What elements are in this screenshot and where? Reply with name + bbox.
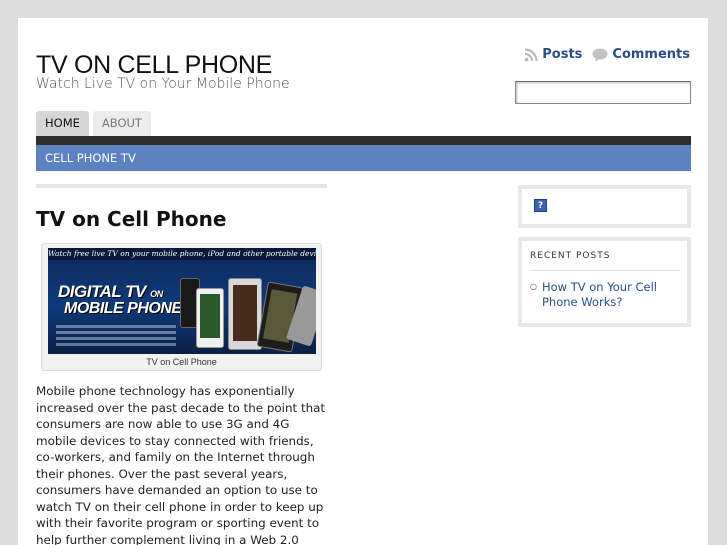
category-link-cell-phone-tv[interactable]: CELL PHONE TV: [36, 145, 691, 171]
widget-divider: [530, 270, 680, 271]
feed-links: Posts Comments: [524, 47, 690, 62]
speech-bubble-icon: [592, 48, 608, 61]
recent-post-label: How TV on Your Cell Phone Works?: [541, 280, 657, 309]
posts-feed-label: Posts: [542, 47, 583, 62]
post-image-figure: Watch free live TV on your mobile phone,…: [41, 243, 322, 371]
search-input[interactable]: [515, 81, 691, 104]
rss-icon: [524, 48, 538, 61]
sidebar-widget-help: ?: [518, 185, 691, 228]
post-title[interactable]: TV on Cell Phone: [36, 207, 226, 231]
help-question-icon[interactable]: ?: [534, 199, 547, 212]
page-container: TV ON CELL PHONE Watch Live TV on Your M…: [18, 18, 708, 545]
banner-bullet-lines: [56, 322, 176, 349]
banner-top-text: Watch free live TV on your mobile phone,…: [48, 248, 316, 260]
content-divider: [36, 184, 327, 188]
banner-headline-1-text: DIGITAL TV: [58, 282, 146, 301]
device-phone-graphic: [196, 288, 224, 348]
banner-headline-2: MOBILE PHONE: [64, 300, 182, 317]
main-nav-tabs: HOME ABOUT: [36, 111, 151, 136]
post-image[interactable]: Watch free live TV on your mobile phone,…: [48, 248, 316, 354]
post-body-text: Mobile phone technology has exponentiall…: [36, 384, 326, 545]
tab-about[interactable]: ABOUT: [92, 111, 151, 136]
comments-feed-link[interactable]: Comments: [592, 47, 690, 62]
nav-divider-bar: [36, 136, 691, 145]
recent-post-link[interactable]: ○ How TV on Your Cell Phone Works?: [530, 280, 687, 309]
banner-headline-1: DIGITAL TV ON: [58, 282, 163, 302]
category-nav-bar: CELL PHONE TV: [36, 145, 691, 171]
recent-posts-title: RECENT POSTS: [530, 251, 611, 261]
tab-home[interactable]: HOME: [36, 111, 89, 136]
bullet-circle-icon: ○: [530, 282, 537, 291]
comments-feed-label: Comments: [612, 47, 690, 62]
image-caption: TV on Cell Phone: [146, 357, 217, 367]
banner-headline-1-suffix: ON: [150, 289, 163, 299]
site-description: Watch Live TV on Your Mobile Phone: [36, 76, 290, 92]
sidebar-widget-recent-posts: RECENT POSTS ○ How TV on Your Cell Phone…: [518, 237, 691, 327]
posts-feed-link[interactable]: Posts: [524, 47, 582, 62]
